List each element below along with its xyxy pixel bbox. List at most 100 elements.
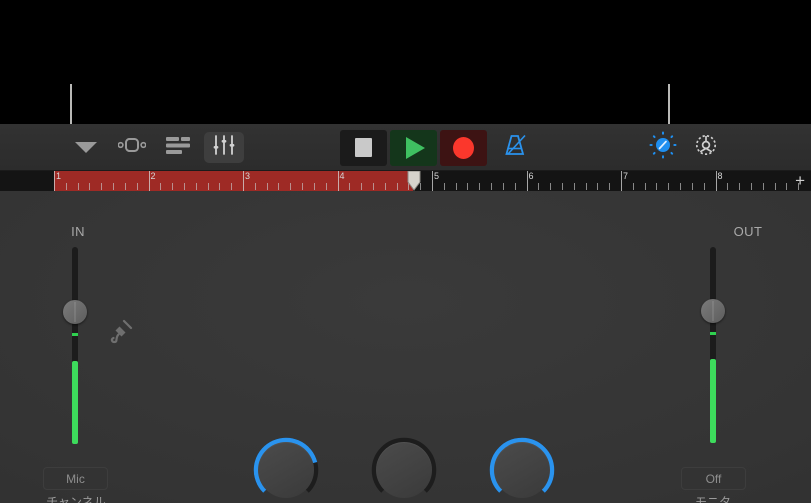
ruler-bar-number: 3 — [245, 171, 251, 181]
ruler-sub-tick — [195, 183, 197, 190]
ruler-sub-tick — [443, 183, 445, 190]
ruler-sub-tick — [325, 183, 327, 190]
ruler-sub-tick — [113, 183, 115, 190]
ruler-sub-tick — [467, 183, 469, 190]
ruler-sub-tick — [183, 183, 185, 190]
ruler-sub-tick — [455, 183, 457, 190]
output-fader-knob[interactable] — [701, 299, 725, 323]
ruler-bar-number: 2 — [150, 171, 156, 181]
tuner-button[interactable] — [648, 130, 678, 165]
play-button[interactable] — [390, 129, 437, 166]
ruler-sub-tick — [77, 183, 79, 190]
output-strip-caption: モニタ — [694, 495, 731, 503]
ruler-bar-number: 7 — [623, 171, 629, 181]
ruler-sub-tick — [384, 183, 386, 190]
ruler-bar-number: 1 — [56, 171, 62, 181]
pitch-knob[interactable]: Pitch Control — [368, 434, 440, 503]
ruler-sub-tick — [302, 183, 304, 190]
stop-square-icon — [355, 138, 372, 157]
ruler-sub-tick — [609, 183, 611, 190]
ruler-sub-tick — [136, 183, 138, 190]
ruler-sub-tick — [750, 183, 752, 190]
ruler-sub-tick — [396, 183, 398, 190]
screenshot-root: 1 2 3 4 5 6 7 8 + IN Mic チャンネル OUT Off モニタ — [0, 0, 811, 503]
output-meter-peak-tick — [710, 332, 716, 335]
ruler-sub-tick — [219, 183, 221, 190]
input-strip-caption: チャンネル — [46, 495, 106, 503]
ruler-sub-tick — [538, 183, 540, 190]
ruler-sub-tick — [278, 183, 280, 190]
ruler-sub-tick — [514, 183, 516, 190]
add-section-button[interactable]: + — [795, 172, 805, 189]
chevron-down-icon — [75, 142, 97, 153]
ruler-sub-tick — [207, 183, 209, 190]
ruler-sub-tick — [632, 183, 634, 190]
ruler-bar-number: 8 — [717, 171, 723, 181]
input-fader-knob[interactable] — [63, 300, 87, 324]
ruler-sub-tick — [762, 183, 764, 190]
toolbar-right-group — [648, 124, 720, 171]
input-level-meter — [72, 361, 78, 444]
navigation-chevron-button[interactable] — [66, 132, 106, 163]
ruler-bar-number: 6 — [528, 171, 534, 181]
ruler-sub-tick — [774, 183, 776, 190]
ruler-sub-tick — [727, 183, 729, 190]
ruler-sub-tick — [550, 183, 552, 190]
ruler-sub-tick — [786, 183, 788, 190]
tone-knob-face — [258, 442, 314, 498]
ruler-sub-tick — [313, 183, 315, 190]
mixer-sliders-icon — [213, 135, 235, 160]
tone-knob[interactable]: Tone — [250, 434, 322, 503]
ruler-sub-tick — [656, 183, 658, 190]
input-source-button[interactable]: Mic — [43, 467, 108, 490]
ruler-sub-tick — [266, 183, 268, 190]
loop-browser-button[interactable] — [112, 132, 152, 163]
ruler-sub-tick — [502, 183, 504, 190]
ruler-sub-tick — [254, 183, 256, 190]
ruler-sub-tick — [372, 183, 374, 190]
ruler-sub-tick — [172, 183, 174, 190]
ruler-bar-number: 4 — [339, 171, 345, 181]
input-meter-peak-tick — [72, 333, 78, 336]
mixer-button[interactable] — [204, 132, 244, 163]
compressor-knob-face — [494, 442, 550, 498]
playhead-marker[interactable] — [407, 171, 421, 191]
output-channel-strip: OUT — [650, 191, 800, 503]
ruler-tick-marks: 1 2 3 4 5 6 7 8 — [0, 171, 811, 191]
transport-group — [340, 124, 528, 171]
ruler-sub-tick — [124, 183, 126, 190]
input-strip-label: IN — [71, 224, 85, 239]
ruler-sub-tick — [644, 183, 646, 190]
ruler-sub-tick — [703, 183, 705, 190]
toolbar — [0, 124, 811, 171]
ruler-sub-tick — [479, 183, 481, 190]
ruler-sub-tick — [349, 183, 351, 190]
metronome-icon — [502, 134, 528, 162]
guitar-jack-icon — [106, 319, 134, 350]
record-circle-icon — [453, 136, 474, 159]
ruler-sub-tick — [290, 183, 292, 190]
ruler-sub-tick — [89, 183, 91, 190]
ruler-sub-tick — [101, 183, 103, 190]
record-button[interactable] — [440, 129, 487, 166]
timeline-ruler[interactable]: 1 2 3 4 5 6 7 8 + — [0, 171, 811, 191]
monitor-toggle-button[interactable]: Off — [681, 467, 746, 490]
amp-effects-panel: IN Mic チャンネル OUT Off モニタ — [0, 191, 811, 503]
metronome-button[interactable] — [502, 132, 528, 163]
settings-button[interactable] — [692, 131, 720, 164]
stop-button[interactable] — [340, 129, 387, 166]
pitch-knob-face — [376, 442, 432, 498]
ruler-sub-tick — [573, 183, 575, 190]
track-list-button[interactable] — [158, 132, 198, 163]
ruler-sub-tick — [160, 183, 162, 190]
toolbar-left-group — [66, 124, 244, 171]
ruler-sub-tick — [668, 183, 670, 190]
ruler-sub-tick — [680, 183, 682, 190]
ruler-sub-tick — [691, 183, 693, 190]
compressor-knob[interactable]: Compressor — [486, 434, 558, 503]
ruler-bar-number: 5 — [434, 171, 440, 181]
output-level-meter — [710, 359, 716, 443]
top-letterbox — [0, 0, 811, 124]
ruler-sub-tick — [231, 183, 233, 190]
output-strip-label: OUT — [733, 224, 763, 239]
